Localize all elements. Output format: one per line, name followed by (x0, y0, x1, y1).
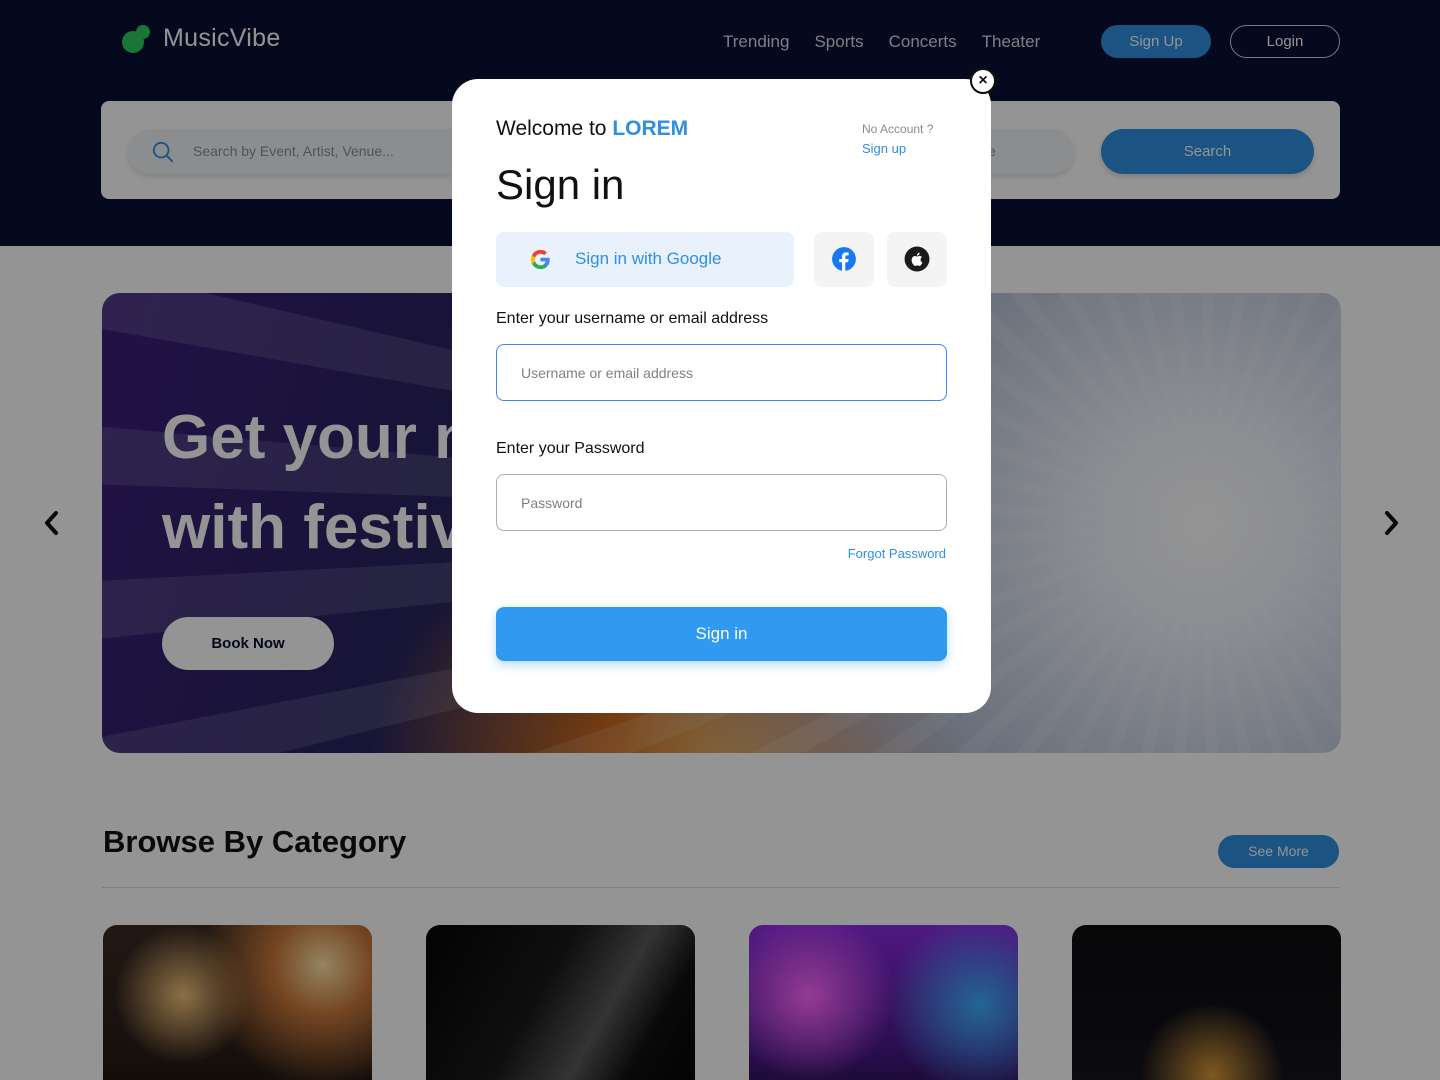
password-label: Enter your Password (496, 440, 645, 457)
signup-link[interactable]: Sign up (862, 141, 906, 156)
facebook-signin-button[interactable] (814, 232, 874, 287)
username-label: Enter your username or email address (496, 310, 769, 327)
signin-submit-button[interactable]: Sign in (496, 607, 947, 661)
google-signin-label: Sign in with Google (575, 249, 722, 268)
brand-name: LOREM (612, 117, 689, 140)
username-field[interactable] (496, 344, 947, 401)
apple-icon (904, 246, 930, 272)
welcome-text: Welcome to LOREM (496, 117, 688, 141)
facebook-icon (832, 247, 856, 271)
signin-modal: Welcome to LOREM No Account ? Sign up Si… (452, 79, 991, 713)
password-field[interactable] (496, 474, 947, 531)
forgot-password-link[interactable]: Forgot Password (848, 546, 946, 561)
google-signin-button[interactable]: Sign in with Google (496, 232, 794, 287)
modal-title: Sign in (496, 161, 625, 208)
welcome-prefix: Welcome to (496, 117, 613, 140)
no-account-text: No Account ? (862, 122, 934, 136)
apple-signin-button[interactable] (887, 232, 947, 287)
google-icon (530, 249, 550, 270)
close-icon[interactable]: × (970, 68, 996, 94)
